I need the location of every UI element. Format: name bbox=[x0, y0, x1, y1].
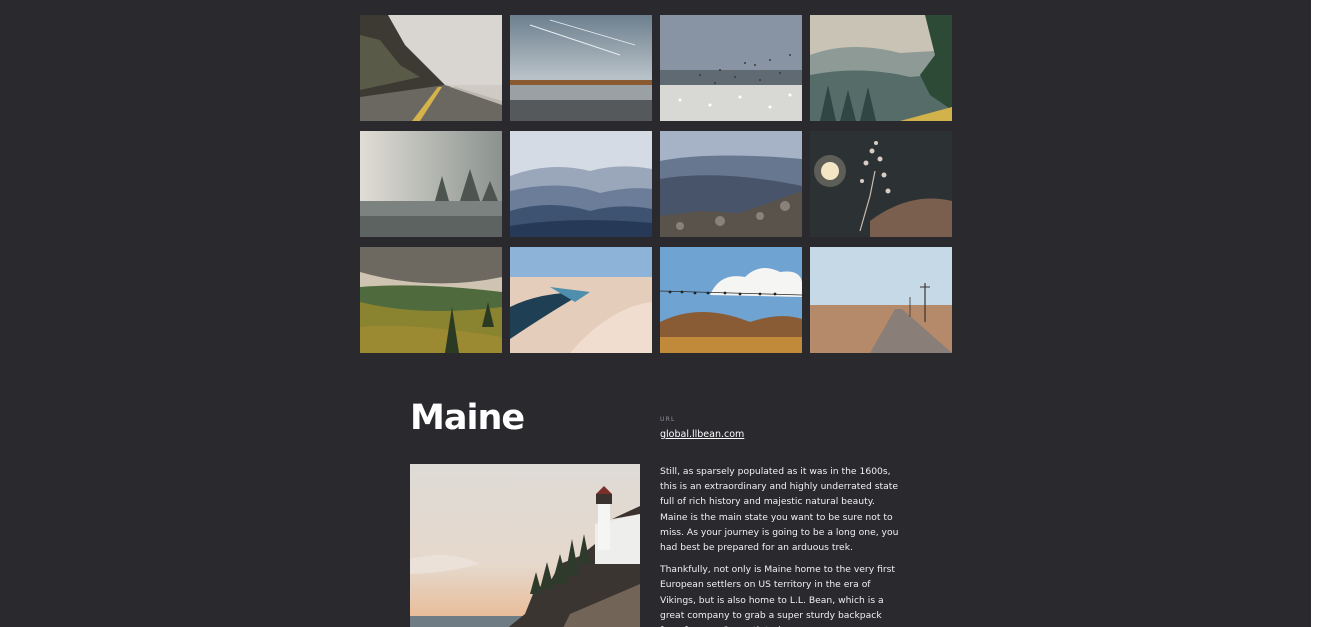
road-photo-icon bbox=[810, 247, 952, 353]
url-label: URL bbox=[660, 416, 676, 423]
overlook-photo-icon bbox=[660, 131, 802, 237]
gallery-photo-birds[interactable] bbox=[660, 15, 802, 121]
hills-photo-icon bbox=[360, 247, 502, 353]
article-paragraph: Thankfully, not only is Maine home to th… bbox=[660, 564, 896, 627]
page: Maine URL global.llbean.com Still, as sp… bbox=[0, 0, 1311, 627]
gallery-photo-wire[interactable] bbox=[660, 247, 802, 353]
hero-image bbox=[410, 464, 640, 627]
url-link[interactable]: global.llbean.com bbox=[660, 429, 744, 440]
wire-photo-icon bbox=[660, 247, 802, 353]
fog-photo-icon bbox=[360, 131, 502, 237]
forest-photo-icon bbox=[810, 15, 952, 121]
photo-gallery bbox=[360, 15, 952, 353]
article-paragraph: Still, as sparsely populated as it was i… bbox=[660, 466, 899, 554]
lighthouse-photo-icon bbox=[410, 464, 640, 627]
dunes-photo-icon bbox=[510, 247, 652, 353]
flower-photo-icon bbox=[810, 131, 952, 237]
article-body: Still, as sparsely populated as it was i… bbox=[660, 464, 905, 627]
gallery-photo-lake[interactable] bbox=[510, 15, 652, 121]
highway-photo-icon bbox=[360, 15, 502, 121]
gallery-photo-road[interactable] bbox=[810, 247, 952, 353]
gallery-photo-flower[interactable] bbox=[810, 131, 952, 237]
gallery-photo-mountains[interactable] bbox=[510, 131, 652, 237]
gallery-photo-forest[interactable] bbox=[810, 15, 952, 121]
lake-photo-icon bbox=[510, 15, 652, 121]
gallery-photo-overlook[interactable] bbox=[660, 131, 802, 237]
gallery-photo-dunes[interactable] bbox=[510, 247, 652, 353]
birds-photo-icon bbox=[660, 15, 802, 121]
mountains-photo-icon bbox=[510, 131, 652, 237]
gallery-photo-fog[interactable] bbox=[360, 131, 502, 237]
gallery-photo-hills[interactable] bbox=[360, 247, 502, 353]
page-title: Maine bbox=[410, 398, 525, 438]
gallery-photo-highway[interactable] bbox=[360, 15, 502, 121]
